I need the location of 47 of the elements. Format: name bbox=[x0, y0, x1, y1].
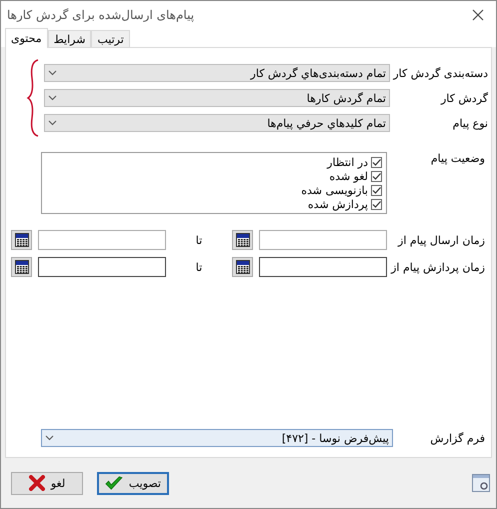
checkbox[interactable] bbox=[371, 156, 382, 168]
calendar-button[interactable] bbox=[11, 230, 32, 250]
field-label: دسته‌بندی گردش کار bbox=[392, 66, 489, 80]
date-field[interactable] bbox=[38, 230, 166, 250]
cancel-button[interactable]: لغو bbox=[11, 472, 83, 494]
checkbox-label: در انتظار bbox=[327, 156, 368, 168]
window-settings-icon[interactable] bbox=[472, 474, 490, 492]
close-icon[interactable] bbox=[472, 9, 484, 21]
chevron-icon bbox=[48, 120, 57, 126]
tab[interactable]: شرایط bbox=[48, 30, 92, 47]
tab[interactable]: ترتیب bbox=[91, 30, 130, 47]
calendar-icon bbox=[236, 233, 250, 247]
approve-button[interactable]: تصویب bbox=[97, 472, 169, 494]
calendar-button[interactable] bbox=[232, 257, 253, 277]
dropdown[interactable]: تمام گردش کارها bbox=[44, 89, 390, 107]
range-separator: تا bbox=[194, 260, 204, 274]
calendar-button[interactable] bbox=[11, 257, 32, 277]
date-field[interactable] bbox=[259, 257, 387, 277]
checkbox[interactable] bbox=[371, 170, 382, 182]
calendar-icon bbox=[236, 260, 250, 274]
dropdown[interactable]: تمام کلیدهاي حرفي پیام‌ها bbox=[44, 114, 390, 132]
tab[interactable]: محتوی bbox=[5, 28, 48, 48]
calendar-button[interactable] bbox=[232, 230, 253, 250]
field-label: نوع پیام bbox=[452, 116, 489, 130]
chevron-icon bbox=[45, 435, 54, 441]
date-field[interactable] bbox=[38, 257, 166, 277]
field-label: زمان پردازش پیام از bbox=[390, 260, 486, 274]
field-label: گردش کار bbox=[440, 92, 489, 104]
chevron-icon bbox=[48, 70, 57, 76]
checkbox-label: بازنویسی شده bbox=[301, 184, 368, 196]
window-title: پیام‌های ارسال‌شده برای گردش کارها bbox=[7, 8, 194, 22]
checkmark-icon bbox=[105, 475, 123, 491]
field-label: فرم گزارش bbox=[429, 432, 486, 444]
calendar-icon bbox=[14, 233, 28, 247]
field-label: زمان ارسال پیام از bbox=[396, 234, 486, 246]
cross-icon bbox=[28, 475, 45, 491]
checkbox-label: پردازش شده bbox=[308, 198, 368, 210]
date-field[interactable] bbox=[259, 230, 387, 250]
dropdown[interactable]: تمام دسته‌بندی‌هاي گردش کار bbox=[44, 64, 390, 82]
checkbox[interactable] bbox=[371, 198, 382, 210]
dropdown[interactable]: پیش‌فرض نوسا - [۴۷۲] bbox=[41, 429, 393, 447]
calendar-icon bbox=[14, 260, 28, 274]
range-separator: تا bbox=[194, 234, 204, 246]
chevron-icon bbox=[48, 95, 57, 101]
checkbox-label: لغو شده bbox=[329, 170, 368, 182]
checkbox[interactable] bbox=[371, 184, 382, 196]
field-label: وضعیت پیام bbox=[430, 152, 486, 165]
